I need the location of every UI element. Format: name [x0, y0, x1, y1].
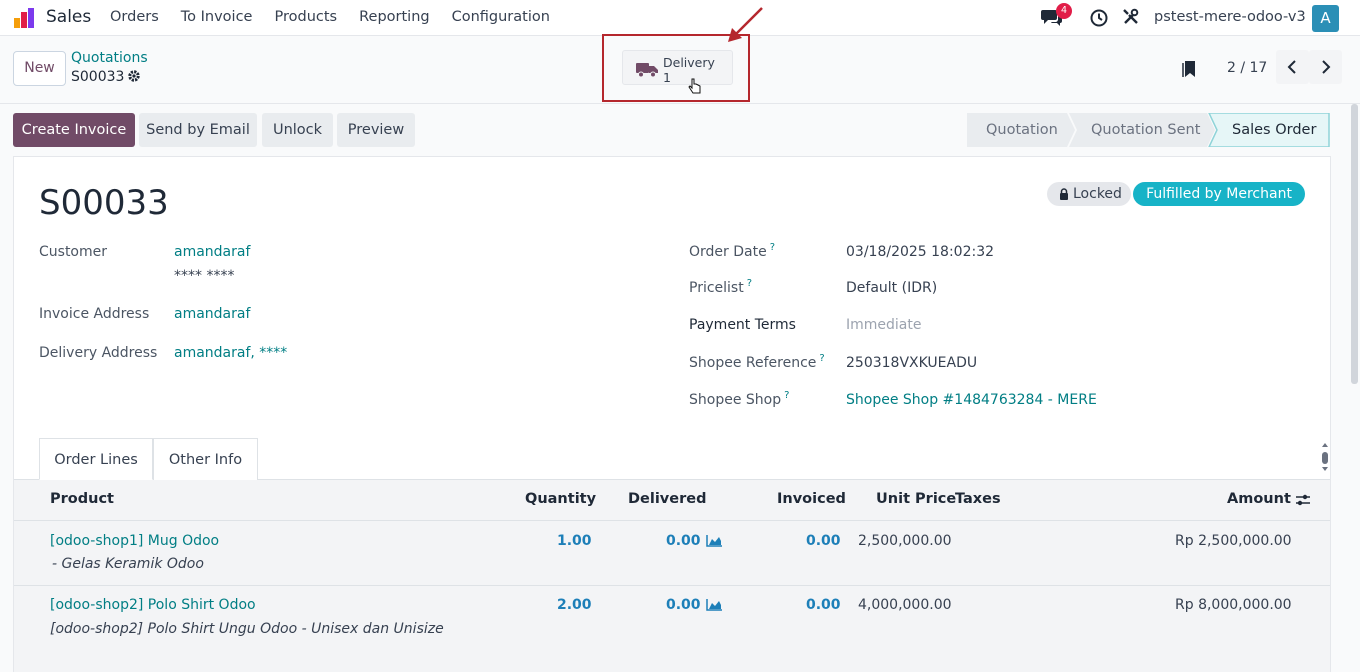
- row1-description: - Gelas Keramik Odoo: [52, 556, 204, 572]
- row2-unit-price[interactable]: 4,000,000.00: [858, 597, 952, 613]
- pager-previous-button[interactable]: [1276, 50, 1309, 84]
- order-lines-table: [14, 480, 1330, 672]
- row1-invoiced[interactable]: 0.00: [806, 533, 841, 549]
- annotation-arrow-icon: [728, 7, 763, 42]
- delivery-address-field[interactable]: amandaraf, ****: [174, 345, 287, 361]
- locked-badge: Locked: [1047, 182, 1131, 206]
- debug-tools-icon[interactable]: [1122, 8, 1140, 26]
- delivery-smart-button[interactable]: Delivery 1: [622, 50, 733, 85]
- pager-next-button[interactable]: [1309, 50, 1342, 84]
- row2-amount: Rp 8,000,000.00: [1175, 597, 1292, 613]
- pricelist-label: Pricelist?: [689, 278, 753, 296]
- row2-invoiced[interactable]: 0.00: [806, 597, 841, 613]
- stage-quotation[interactable]: Quotation: [986, 113, 1058, 147]
- forecast-chart-icon[interactable]: [706, 599, 722, 611]
- invoice-address-label: Invoice Address: [39, 306, 150, 322]
- pager-value[interactable]: 2 / 17: [1227, 60, 1267, 76]
- payment-terms-field[interactable]: Immediate: [846, 317, 921, 333]
- app-name[interactable]: Sales: [46, 7, 91, 27]
- create-invoice-button[interactable]: Create Invoice: [13, 113, 135, 147]
- row2-quantity[interactable]: 2.00: [557, 597, 592, 613]
- delivery-address-label: Delivery Address: [39, 345, 158, 361]
- activity-clock-icon[interactable]: [1090, 9, 1108, 27]
- row2-description: [odoo-shop2] Polo Shirt Ungu Odoo - Unis…: [50, 621, 444, 637]
- row1-unit-price[interactable]: 2,500,000.00: [858, 533, 952, 549]
- menu-reporting[interactable]: Reporting: [359, 9, 430, 25]
- preview-button[interactable]: Preview: [337, 113, 415, 147]
- table-header-separator: [14, 520, 1330, 521]
- optional-columns-icon[interactable]: [1295, 492, 1311, 508]
- header-taxes[interactable]: Taxes: [955, 491, 1001, 507]
- header-product[interactable]: Product: [50, 491, 114, 507]
- customer-field[interactable]: amandaraf: [174, 244, 250, 260]
- customer-address: **** ****: [174, 268, 235, 284]
- sales-app-icon[interactable]: [12, 6, 36, 30]
- shopee-shop-label: Shopee Shop?: [689, 390, 790, 408]
- lock-icon: [1060, 188, 1068, 200]
- truck-icon: [636, 63, 658, 78]
- header-delivered[interactable]: Delivered: [628, 491, 706, 507]
- tab-other-info[interactable]: Other Info: [153, 438, 258, 480]
- payment-terms-label: Payment Terms: [689, 317, 796, 333]
- bookmark-icon[interactable]: [1182, 60, 1196, 78]
- header-amount[interactable]: Amount: [1227, 491, 1291, 507]
- stage-sales-order[interactable]: Sales Order: [1232, 113, 1316, 147]
- breadcrumb-current: S00033: [71, 69, 125, 85]
- stage-quotation-sent[interactable]: Quotation Sent: [1091, 113, 1200, 147]
- tab-order-lines[interactable]: Order Lines: [39, 438, 153, 480]
- locked-label: Locked: [1073, 186, 1122, 202]
- gear-icon[interactable]: [127, 69, 141, 83]
- table-row-separator: [14, 585, 1330, 586]
- database-name[interactable]: pstest-mere-odoo-v3: [1154, 9, 1306, 25]
- tab-scroll-icon[interactable]: [1321, 442, 1329, 472]
- header-unit-price[interactable]: Unit Price: [876, 491, 956, 507]
- row1-product[interactable]: [odoo-shop1] Mug Odoo: [50, 533, 219, 549]
- send-by-email-button[interactable]: Send by Email: [139, 113, 257, 147]
- order-reference: S00033: [39, 183, 169, 223]
- delivery-count: 1: [663, 70, 671, 85]
- forecast-chart-icon[interactable]: [706, 535, 722, 547]
- unlock-button[interactable]: Unlock: [262, 113, 333, 147]
- order-date-field[interactable]: 03/18/2025 18:02:32: [846, 244, 994, 260]
- hand-cursor-icon: [688, 78, 701, 94]
- new-button[interactable]: New: [13, 51, 66, 86]
- row1-quantity[interactable]: 1.00: [557, 533, 592, 549]
- row1-amount: Rp 2,500,000.00: [1175, 533, 1292, 549]
- row2-product[interactable]: [odoo-shop2] Polo Shirt Odoo: [50, 597, 256, 613]
- shopee-reference-field[interactable]: 250318VXKUEADU: [846, 355, 977, 371]
- delivery-label: Delivery: [663, 55, 715, 70]
- header-divider: [0, 103, 1360, 104]
- header-invoiced[interactable]: Invoiced: [777, 491, 846, 507]
- menu-configuration[interactable]: Configuration: [452, 9, 550, 25]
- status-bar: Quotation Quotation Sent Sales Order: [967, 113, 1330, 147]
- menu-to-invoice[interactable]: To Invoice: [181, 9, 253, 25]
- invoice-address-field[interactable]: amandaraf: [174, 306, 250, 322]
- menu-products[interactable]: Products: [274, 9, 337, 25]
- row1-delivered[interactable]: 0.00: [666, 533, 701, 549]
- chat-badge: 4: [1056, 3, 1072, 19]
- breadcrumb-quotations[interactable]: Quotations: [71, 50, 148, 66]
- header-quantity[interactable]: Quantity: [525, 491, 596, 507]
- pricelist-field[interactable]: Default (IDR): [846, 280, 937, 296]
- chevron-right-icon: [1322, 60, 1331, 74]
- shopee-shop-field[interactable]: Shopee Shop #1484763284 - MERE: [846, 392, 1097, 408]
- row2-delivered[interactable]: 0.00: [666, 597, 701, 613]
- chevron-left-icon: [1287, 60, 1296, 74]
- main-menu: Orders To Invoice Products Reporting Con…: [110, 9, 572, 25]
- fulfilled-by-merchant-badge: Fulfilled by Merchant: [1133, 182, 1305, 206]
- top-navbar: Sales Orders To Invoice Products Reporti…: [0, 0, 1360, 36]
- page-scrollbar[interactable]: [1351, 104, 1358, 384]
- customer-label: Customer: [39, 244, 108, 260]
- shopee-reference-label: Shopee Reference?: [689, 353, 825, 371]
- user-avatar[interactable]: A: [1312, 5, 1339, 32]
- menu-orders[interactable]: Orders: [110, 9, 159, 25]
- order-date-label: Order Date?: [689, 242, 776, 260]
